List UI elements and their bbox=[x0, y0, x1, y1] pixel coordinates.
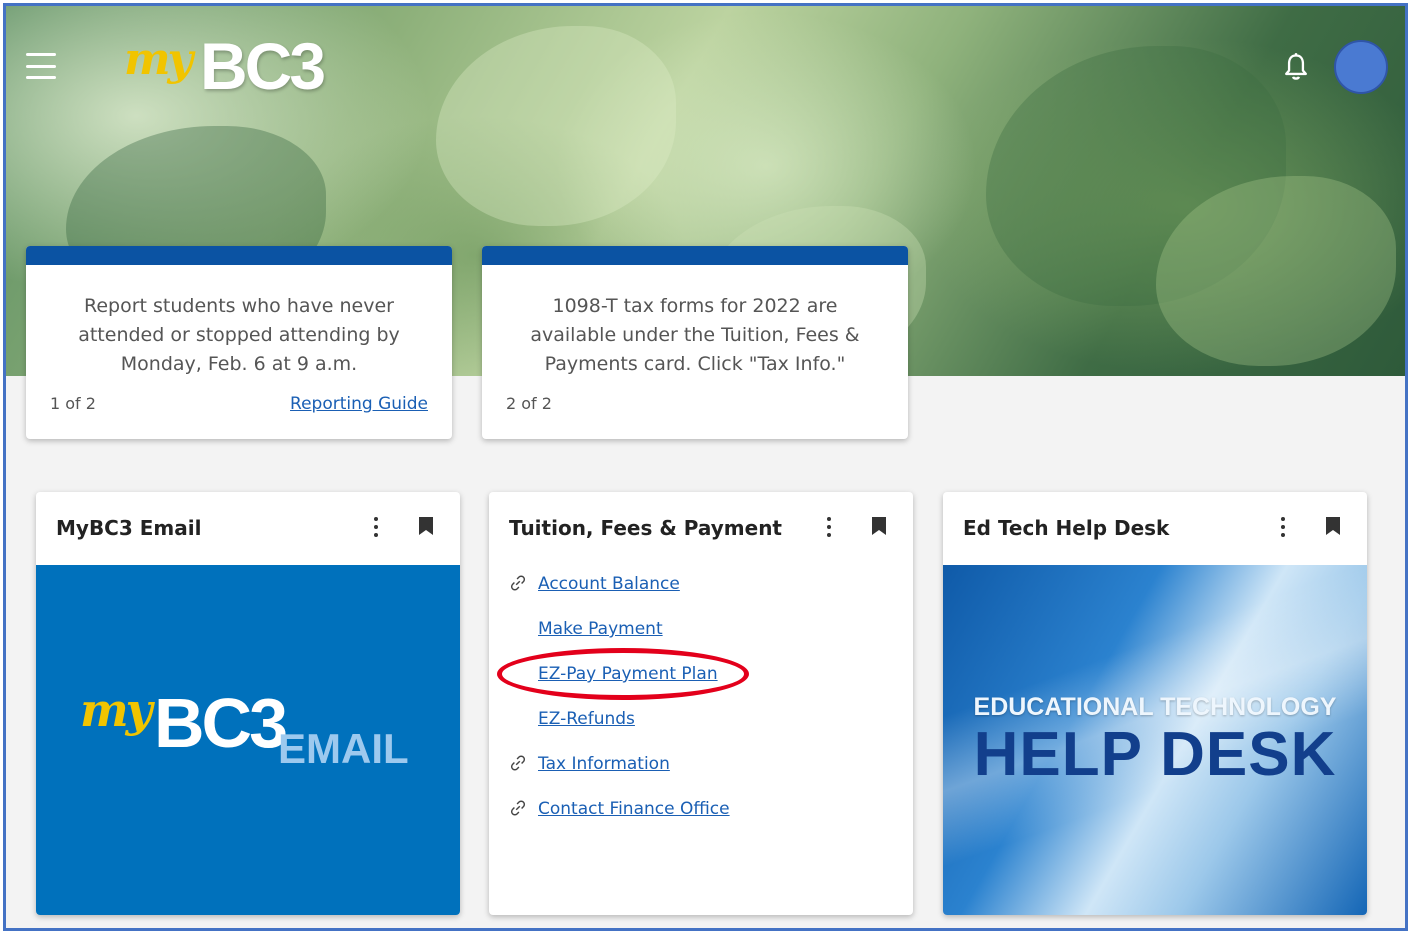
hamburger-menu-icon[interactable] bbox=[26, 53, 56, 79]
announcement-message: 1098-T tax forms for 2022 are available … bbox=[530, 295, 860, 375]
announcement-accent-bar bbox=[482, 246, 908, 265]
app-frame: my BC3 Report students who have never at… bbox=[3, 3, 1408, 931]
link-icon bbox=[510, 755, 526, 771]
list-item: EZ-Pay Payment Plan bbox=[489, 655, 913, 700]
user-avatar[interactable] bbox=[1334, 40, 1388, 94]
list-item: Make Payment bbox=[489, 610, 913, 655]
bookmark-icon[interactable] bbox=[418, 516, 434, 536]
list-item: Account Balance bbox=[489, 565, 913, 610]
bookmark-icon[interactable] bbox=[871, 516, 887, 536]
bell-icon[interactable] bbox=[1282, 52, 1310, 82]
announcement-card-2: 1098-T tax forms for 2022 are available … bbox=[482, 246, 908, 439]
list-item: Tax Information bbox=[489, 745, 913, 790]
reporting-guide-link[interactable]: Reporting Guide bbox=[290, 394, 428, 414]
card-header: Tuition, Fees & Payment bbox=[489, 492, 913, 565]
link-icon bbox=[510, 575, 526, 591]
announcement-message: Report students who have never attended … bbox=[78, 295, 400, 375]
more-options-icon[interactable] bbox=[825, 517, 833, 537]
logo-my-text: my bbox=[124, 34, 193, 85]
more-options-icon[interactable] bbox=[372, 517, 380, 537]
bookmark-icon[interactable] bbox=[1325, 516, 1341, 536]
card-header: Ed Tech Help Desk bbox=[943, 492, 1367, 565]
card-header: MyBC3 Email bbox=[36, 492, 460, 565]
announcement-accent-bar bbox=[26, 246, 452, 265]
email-image-word: EMAIL bbox=[278, 725, 409, 772]
ez-pay-payment-plan-link[interactable]: EZ-Pay Payment Plan bbox=[538, 664, 718, 684]
card-title: Ed Tech Help Desk bbox=[963, 516, 1170, 540]
card-title: Tuition, Fees & Payment bbox=[509, 516, 782, 540]
contact-finance-office-link[interactable]: Contact Finance Office bbox=[538, 799, 730, 819]
announcement-card-1: Report students who have never attended … bbox=[26, 246, 452, 439]
help-desk-card-image[interactable]: EDUCATIONAL TECHNOLOGY HELP DESK bbox=[943, 565, 1367, 915]
help-desk-image-line1: EDUCATIONAL TECHNOLOGY bbox=[973, 693, 1337, 721]
email-image-bc3-text: BC3 bbox=[154, 684, 288, 762]
announcement-pager: 1 of 2 bbox=[50, 394, 96, 413]
email-image-my-text: my bbox=[80, 683, 152, 737]
more-options-icon[interactable] bbox=[1279, 517, 1287, 537]
list-item: EZ-Refunds bbox=[489, 700, 913, 745]
card-mybc3-email: MyBC3 Email my BC3 EMAIL bbox=[36, 492, 460, 915]
card-ed-tech-help-desk: Ed Tech Help Desk EDUCATIONAL TECHNOLOGY… bbox=[943, 492, 1367, 915]
email-card-image[interactable]: my BC3 EMAIL bbox=[36, 565, 460, 915]
tuition-link-list: Account Balance Make Payment EZ-Pay Paym… bbox=[489, 565, 913, 835]
announcement-pager: 2 of 2 bbox=[506, 394, 552, 413]
logo-bc3-text: BC3 bbox=[200, 29, 326, 103]
account-balance-link[interactable]: Account Balance bbox=[538, 574, 680, 594]
help-desk-image-line2: HELP DESK bbox=[973, 720, 1337, 789]
list-item: Contact Finance Office bbox=[489, 790, 913, 835]
tax-information-link[interactable]: Tax Information bbox=[538, 754, 670, 774]
make-payment-link[interactable]: Make Payment bbox=[538, 619, 663, 639]
ez-refunds-link[interactable]: EZ-Refunds bbox=[538, 709, 635, 729]
card-tuition-fees-payment: Tuition, Fees & Payment Account Balance … bbox=[489, 492, 913, 915]
card-title: MyBC3 Email bbox=[56, 516, 202, 540]
link-icon bbox=[510, 800, 526, 816]
